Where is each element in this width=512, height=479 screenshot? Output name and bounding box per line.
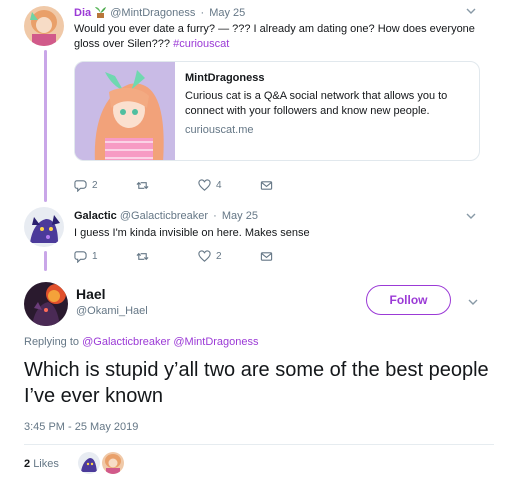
likes-label: Likes xyxy=(33,458,59,470)
separator-dot: · xyxy=(200,7,205,19)
heart-icon xyxy=(198,179,211,191)
chevron-down-icon[interactable] xyxy=(468,297,478,309)
likes-count: 2 xyxy=(24,458,31,470)
liker-avatar[interactable] xyxy=(78,452,100,474)
main-tweet-text: Which is stupid y’all two are some of th… xyxy=(24,359,489,407)
separator-dot: · xyxy=(213,210,217,222)
message-button[interactable] xyxy=(260,179,322,192)
reply-icon xyxy=(74,180,87,192)
handle[interactable]: @MintDragoness xyxy=(110,7,195,19)
tweet-timestamp[interactable]: 3:45 PM - 25 May 2019 xyxy=(24,421,138,433)
chevron-down-icon[interactable] xyxy=(466,211,476,223)
envelope-icon xyxy=(260,181,273,190)
reply-button[interactable]: 1 xyxy=(74,250,136,263)
card-domain: curiouscat.me xyxy=(185,124,254,136)
plant-emoji-icon xyxy=(94,6,107,21)
chevron-down-icon[interactable] xyxy=(466,6,476,18)
handle[interactable]: @Okami_Hael xyxy=(76,305,148,317)
like-count: 4 xyxy=(216,180,222,191)
tweet-date[interactable]: May 25 xyxy=(222,210,258,222)
link-card[interactable]: MintDragoness Curious cat is a Q&A socia… xyxy=(74,61,480,161)
card-description: Curious cat is a Q&A social network that… xyxy=(185,90,448,117)
envelope-icon xyxy=(260,252,273,261)
like-count: 2 xyxy=(216,251,222,262)
reply-icon xyxy=(74,251,87,263)
retweet-icon xyxy=(136,181,149,190)
display-name[interactable]: Dia xyxy=(74,7,91,19)
divider xyxy=(24,444,494,445)
thread-line xyxy=(44,251,47,271)
liker-avatar[interactable] xyxy=(102,452,124,474)
avatar[interactable] xyxy=(24,6,64,46)
mention-link[interactable]: @MintDragoness xyxy=(173,336,258,348)
follow-button[interactable]: Follow xyxy=(366,285,451,315)
avatar[interactable] xyxy=(24,207,64,247)
display-name[interactable]: Hael xyxy=(76,286,106,302)
card-title: MintDragoness xyxy=(185,72,265,84)
like-button[interactable]: 2 xyxy=(198,250,260,263)
retweet-button[interactable] xyxy=(136,250,198,263)
tweet-text: Would you ever date a furry? — ??? I alr… xyxy=(74,22,484,52)
tweet-actions: 1 2 xyxy=(74,250,322,263)
tweet-header: Galactic @Galacticbreaker · May 25 xyxy=(74,210,258,222)
heart-icon xyxy=(198,250,211,262)
replying-to: Replying to @Galacticbreaker @MintDragon… xyxy=(24,336,259,348)
tweet-actions: 2 4 xyxy=(74,179,322,192)
display-name[interactable]: Galactic xyxy=(74,210,117,222)
hashtag-link[interactable]: #curiouscat xyxy=(173,38,229,50)
retweet-button[interactable] xyxy=(136,179,198,192)
replying-prefix: Replying to xyxy=(24,336,80,348)
retweet-icon xyxy=(136,252,149,261)
thread-line xyxy=(44,50,47,202)
mention-link[interactable]: @Galacticbreaker xyxy=(82,336,170,348)
reply-count: 1 xyxy=(92,251,98,262)
tweet-text: I guess I'm kinda invisible on here. Mak… xyxy=(74,227,310,239)
tweet-header: Dia @MintDragoness · May 25 xyxy=(74,6,245,21)
handle[interactable]: @Galacticbreaker xyxy=(120,210,208,222)
card-image xyxy=(75,62,175,160)
like-button[interactable]: 4 xyxy=(198,179,260,192)
tweet-date[interactable]: May 25 xyxy=(209,7,245,19)
tweet-body: Would you ever date a furry? — ??? I alr… xyxy=(74,23,475,50)
reply-count: 2 xyxy=(92,180,98,191)
likes-summary[interactable]: 2 Likes xyxy=(24,458,59,470)
reply-button[interactable]: 2 xyxy=(74,179,136,192)
message-button[interactable] xyxy=(260,250,322,263)
avatar[interactable] xyxy=(24,282,68,326)
